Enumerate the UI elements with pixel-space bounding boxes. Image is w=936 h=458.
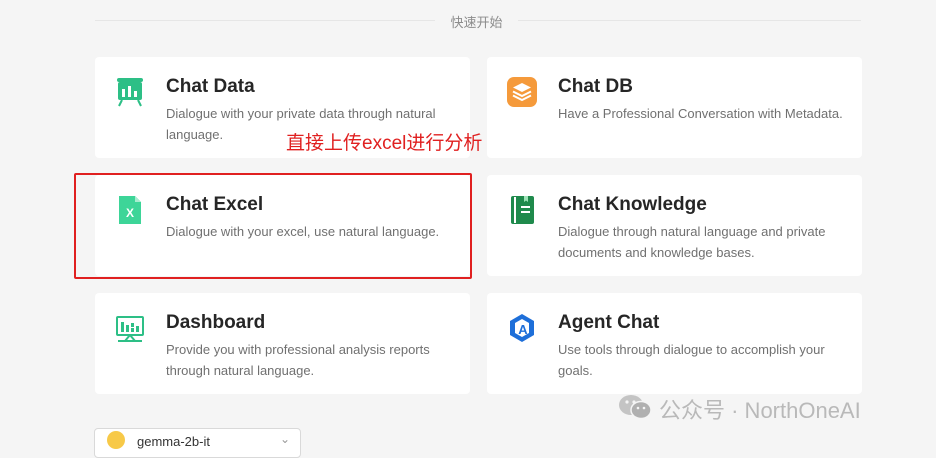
card-chat-db[interactable]: Chat DB Have a Professional Conversation… <box>487 57 862 158</box>
card-description: Use tools through dialogue to accomplish… <box>558 342 825 378</box>
highlight-box <box>74 173 472 279</box>
chevron-down-icon: ⌄ <box>279 432 290 446</box>
svg-text:A: A <box>518 322 528 337</box>
chat-data-icon <box>115 77 145 107</box>
card-title: Agent Chat <box>558 312 660 333</box>
card-description: Dialogue through natural language and pr… <box>558 224 826 260</box>
knowledge-book-icon <box>507 195 537 225</box>
model-select-value: gemma-2b-it <box>137 434 210 449</box>
card-chat-knowledge[interactable]: Chat Knowledge Dialogue through natural … <box>487 175 862 276</box>
agent-hexagon-icon: A <box>507 313 537 343</box>
divider-left <box>95 20 435 21</box>
card-description: Provide you with professional analysis r… <box>166 342 430 378</box>
card-dashboard[interactable]: Dashboard Provide you with professional … <box>95 293 470 394</box>
wechat-icon <box>617 392 653 422</box>
section-title: 快速开始 <box>450 15 503 30</box>
smiley-icon <box>107 431 125 449</box>
model-select[interactable]: gemma-2b-it ⌄ <box>94 428 301 458</box>
card-title: Chat Data <box>166 76 255 97</box>
card-description: Have a Professional Conversation with Me… <box>558 106 843 121</box>
card-title: Dashboard <box>166 312 266 333</box>
divider-right <box>518 20 861 21</box>
watermark-text: 公众号 · NorthOneAI <box>659 398 861 423</box>
card-title: Chat DB <box>558 76 633 97</box>
database-layers-icon <box>507 77 537 107</box>
card-title: Chat Knowledge <box>558 194 707 215</box>
card-agent-chat[interactable]: A Agent Chat Use tools through dialogue … <box>487 293 862 394</box>
annotation-text: 直接上传excel进行分析 <box>286 133 483 154</box>
dashboard-chart-icon <box>115 313 145 343</box>
